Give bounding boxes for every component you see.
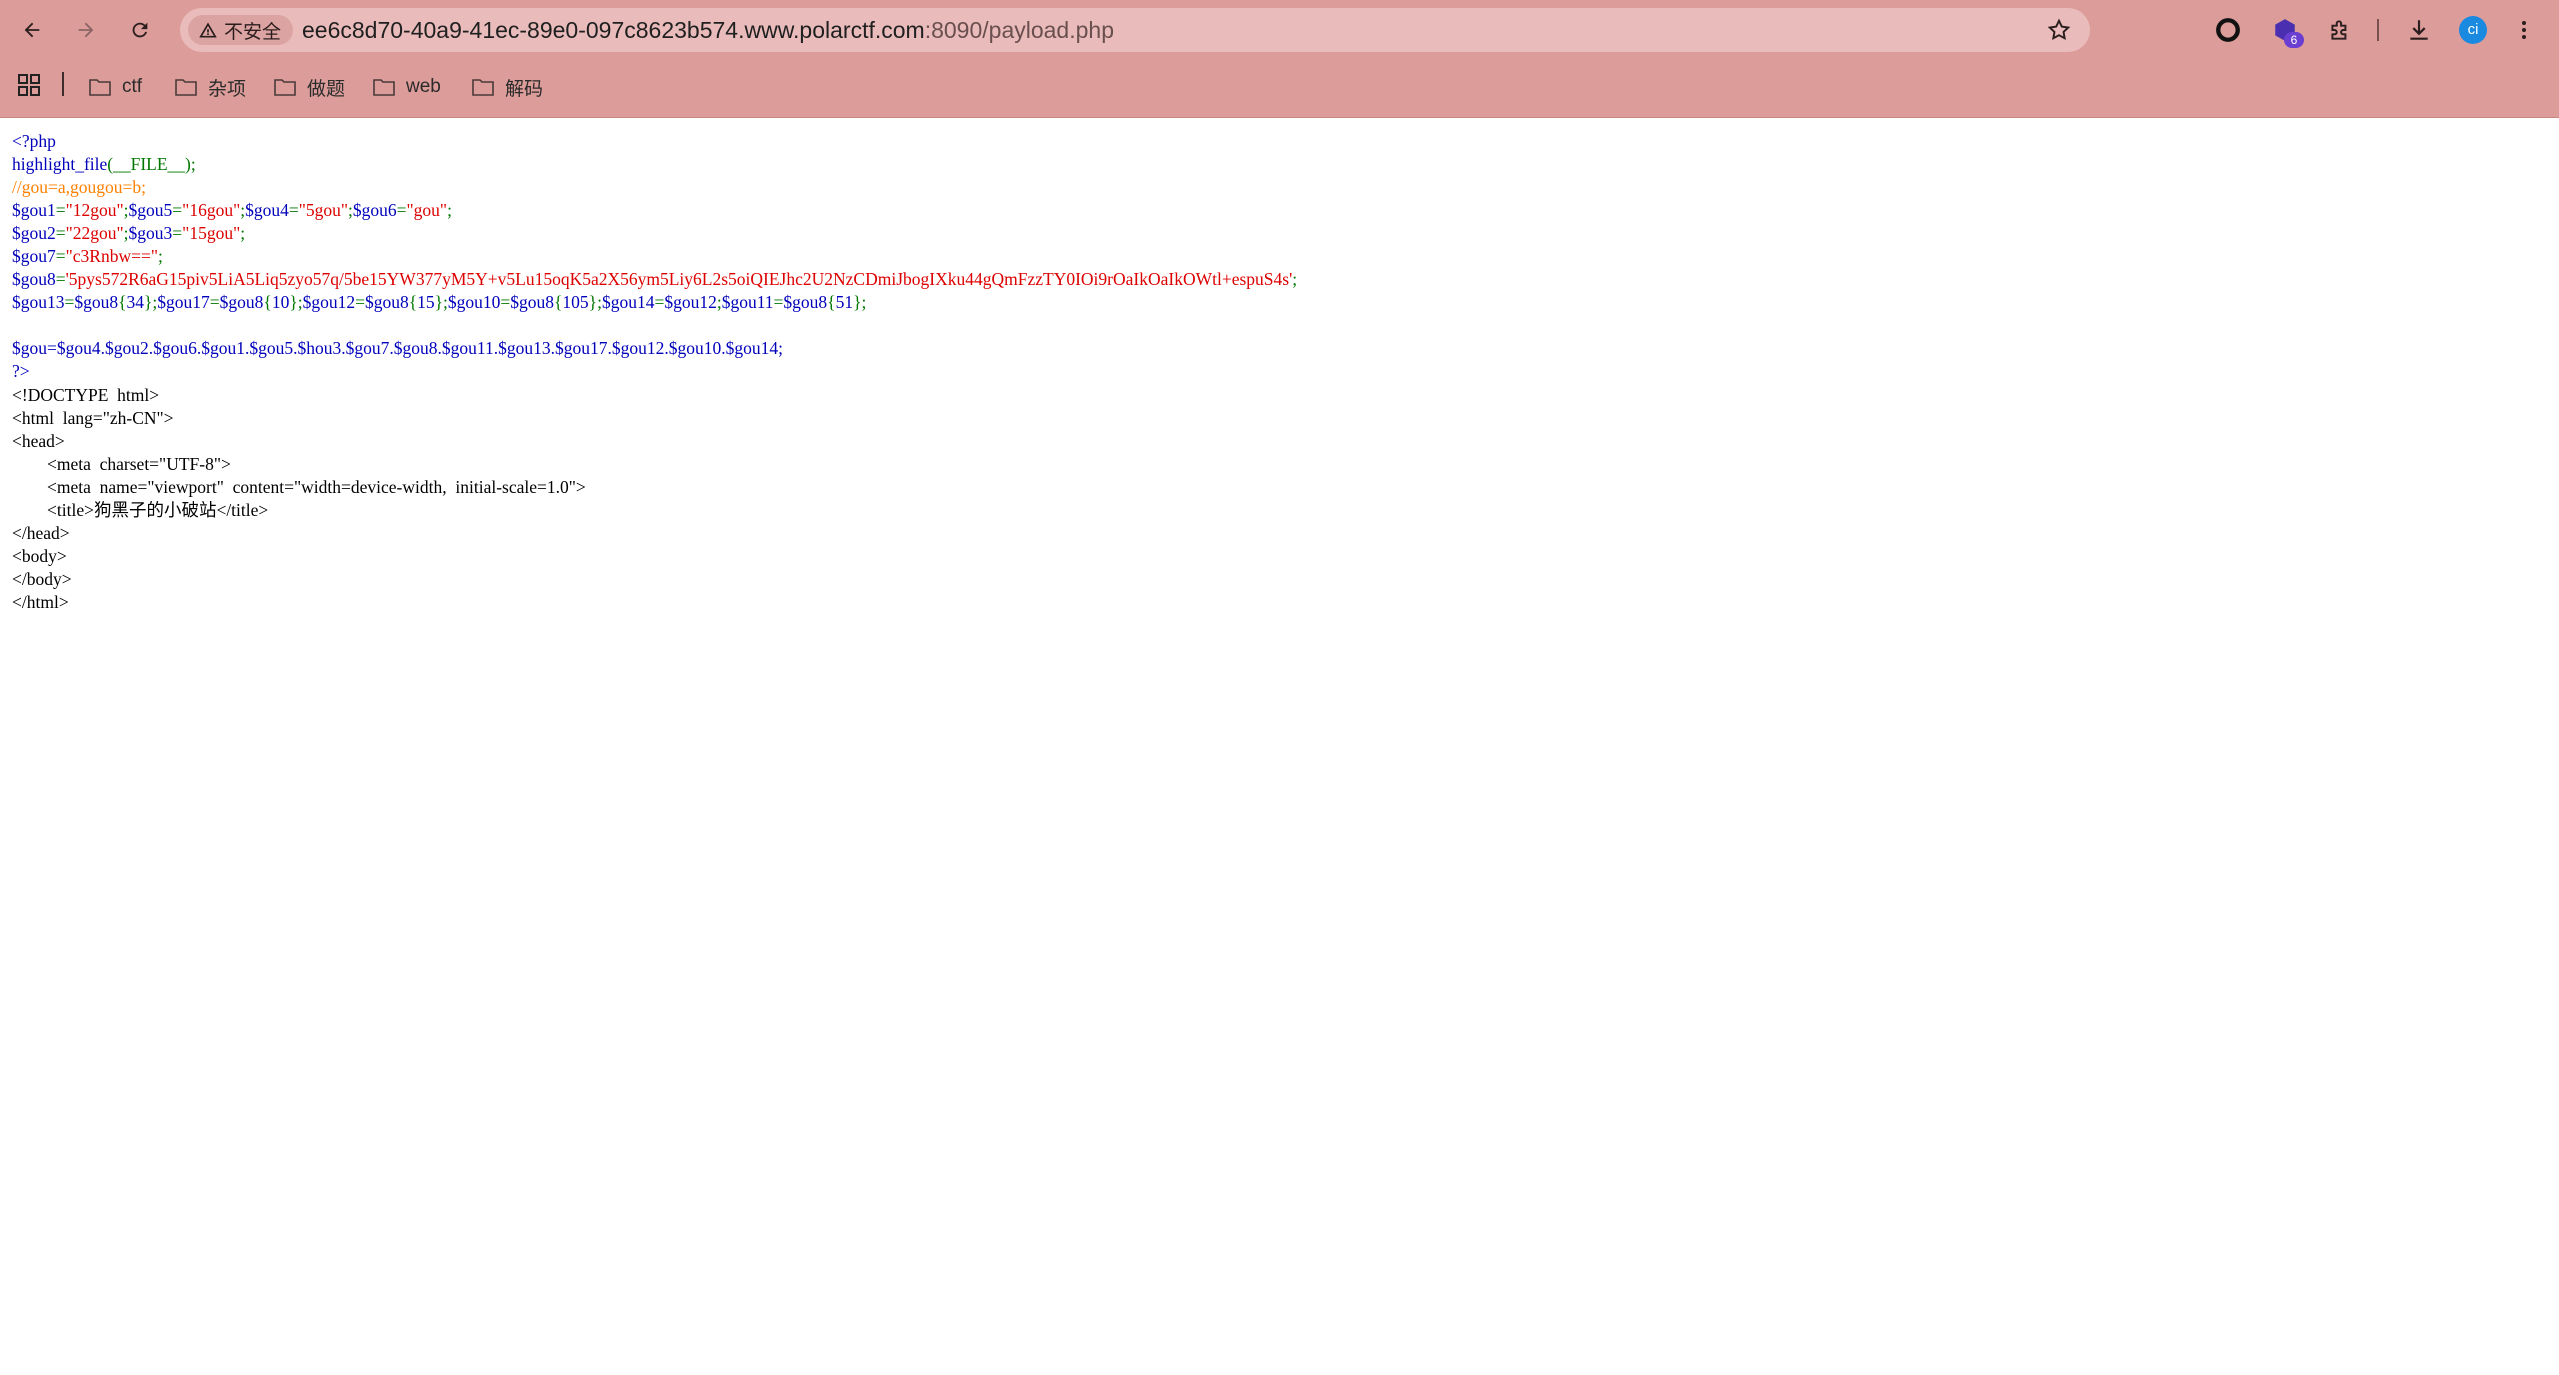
security-label: 不安全 <box>224 21 282 43</box>
url-text[interactable]: ee6c8d70-40a9-41ec-89e0-097c8623b574.www… <box>302 8 1114 52</box>
code-comment: //gou=a,gougou=b; <box>12 177 146 197</box>
forward-button[interactable] <box>70 14 102 46</box>
html-line: <body> <box>12 546 67 566</box>
url-host: ee6c8d70-40a9-41ec-89e0-097c8623b574.www… <box>302 17 925 43</box>
apps-grid-icon[interactable] <box>17 73 41 97</box>
profile-avatar[interactable]: ci <box>2459 16 2487 44</box>
html-line: </body> <box>12 569 72 589</box>
arrow-right-icon <box>78 22 94 38</box>
bookmark-web[interactable]: web <box>372 70 441 104</box>
folder-icon <box>89 79 111 96</box>
code-line-concat: $gou=$gou4.$gou2.$gou6.$gou1.$gou5.$hou3… <box>12 338 783 358</box>
php-open-tag: <?php <box>12 131 56 151</box>
code-line-assign-2: $gou2="22gou";$gou3="15gou"; <box>12 223 246 243</box>
folder-icon <box>274 79 296 96</box>
extension-circle-icon[interactable] <box>2213 15 2243 45</box>
html-line: </html> <box>12 592 69 612</box>
html-line: <title>狗黑子的小破站</title> <box>12 500 269 520</box>
security-chip[interactable]: 不安全 <box>188 15 294 45</box>
menu-kebab-icon[interactable] <box>2509 15 2539 45</box>
extension-count-badge: 6 <box>2284 32 2304 48</box>
code-line-assign-1: $gou1="12gou";$gou5="16gou";$gou4="5gou"… <box>12 200 452 220</box>
html-line: <head> <box>12 431 65 451</box>
folder-icon <box>175 79 197 96</box>
html-line: <!DOCTYPE html> <box>12 385 160 405</box>
bookmark-ctf[interactable]: ctf <box>88 70 142 104</box>
bookmark-label: ctf <box>122 76 143 97</box>
folder-icon <box>472 79 494 96</box>
back-button[interactable] <box>16 14 48 46</box>
php-close-tag: ?> <box>12 361 30 381</box>
bookmark-decode[interactable]: 解码 <box>471 70 543 104</box>
code-line-assign-3: $gou7="c3Rnbw=="; <box>12 246 163 266</box>
html-output-text: <!DOCTYPE html> <html lang="zh-CN"> <head>… <box>12 384 586 614</box>
arrow-left-icon <box>24 22 40 38</box>
bookmark-star-icon[interactable] <box>2046 17 2072 43</box>
reload-button[interactable] <box>124 14 156 46</box>
html-line: <html lang="zh-CN"> <box>12 408 174 428</box>
folder-icon <box>373 79 395 96</box>
bookmark-practice[interactable]: 做题 <box>273 70 345 104</box>
code-line-index-assign: $gou13=$gou8{34};$gou17=$gou8{10};$gou12… <box>12 292 867 312</box>
php-source-listing: <?php highlight_file(__FILE__); //gou=a,go… <box>12 130 1297 383</box>
extensions-puzzle-icon[interactable] <box>2325 15 2355 45</box>
html-line: <meta charset="UTF-8"> <box>12 454 231 474</box>
toolbar-divider <box>2377 19 2379 41</box>
bookmark-label: 杂项 <box>208 78 247 100</box>
code-line-highlight: highlight_file(__FILE__); <box>12 154 196 174</box>
html-line: </head> <box>12 523 70 543</box>
browser-toolbar: 不安全 ee6c8d70-40a9-41ec-89e0-097c8623b574… <box>0 0 2559 60</box>
bookmark-label: 解码 <box>505 78 544 100</box>
extension-badge-icon[interactable]: 6 <box>2270 15 2304 48</box>
code-line-base64: $gou8='5pys572R6aG15piv5LiA5Liq5zyo57q/5… <box>12 269 1298 289</box>
download-icon[interactable] <box>2404 15 2434 45</box>
address-bar[interactable]: 不安全 ee6c8d70-40a9-41ec-89e0-097c8623b574… <box>180 8 2090 52</box>
bookmarks-divider <box>62 72 64 96</box>
bookmark-misc[interactable]: 杂项 <box>174 70 246 104</box>
bookmark-label: 做题 <box>307 78 346 100</box>
warning-icon <box>199 22 217 38</box>
bookmark-label: web <box>406 76 441 97</box>
html-line: <meta name="viewport" content="width=dev… <box>12 477 586 497</box>
url-path: :8090/payload.php <box>924 17 1114 43</box>
reload-icon <box>132 22 148 38</box>
